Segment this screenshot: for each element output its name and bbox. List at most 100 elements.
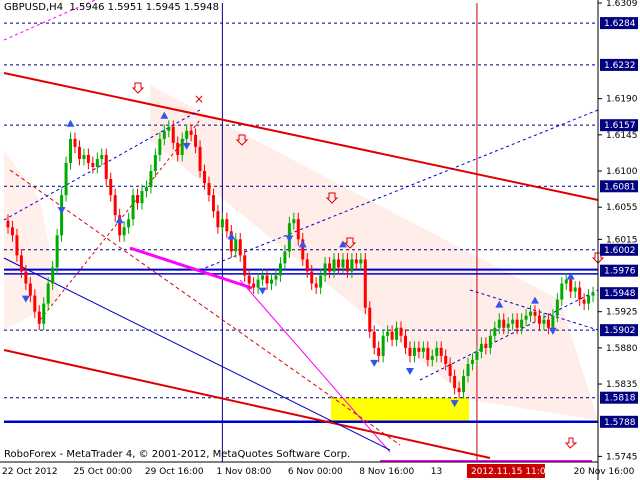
- price-label: 1.6232: [604, 61, 636, 71]
- time-tick-label: 6 Nov 00:00: [288, 467, 343, 477]
- candle-body: [319, 275, 323, 288]
- candle-body: [573, 287, 577, 292]
- candle-body: [194, 134, 198, 147]
- candle-body: [341, 259, 345, 268]
- candle-body: [524, 315, 528, 320]
- price-label: 1.5976: [604, 267, 636, 277]
- candle-body: [412, 347, 416, 356]
- target-zone: [331, 397, 469, 422]
- price-label: 1.6157: [604, 121, 636, 131]
- candle-body: [95, 158, 99, 167]
- axis-tick-label: 1.5925: [606, 308, 638, 318]
- fractal-down-icon: [405, 367, 414, 375]
- candle-body: [225, 219, 229, 232]
- fractal-down-icon: [57, 207, 66, 215]
- candle-body: [69, 138, 73, 163]
- candle-body: [270, 279, 274, 284]
- candle-body: [198, 146, 202, 172]
- candle-body: [345, 259, 349, 272]
- candle-body: [537, 315, 541, 324]
- candle-body: [100, 154, 104, 159]
- fractal-up-icon: [66, 119, 75, 127]
- candle-body: [564, 279, 568, 284]
- candle-body: [278, 263, 282, 276]
- candle-body: [274, 275, 278, 280]
- brand-footer: RoboForex - MetaTrader 4, © 2001-2012, M…: [4, 449, 351, 460]
- time-tick-label: 22 Oct 2012: [2, 467, 58, 477]
- axis-tick-label: 1.6055: [606, 203, 638, 213]
- axis-tick-label: 1.5745: [606, 452, 638, 462]
- candle-body: [479, 343, 483, 352]
- candle-body: [104, 154, 108, 180]
- candle-body: [60, 195, 64, 236]
- candle-body: [261, 275, 265, 280]
- target-up-icon: [564, 437, 578, 449]
- candle-body: [122, 227, 126, 236]
- axis-tick-label: 1.6190: [606, 95, 638, 105]
- candle-body: [91, 162, 95, 167]
- axis-tick-label: 1.6145: [606, 131, 638, 141]
- candle-body: [86, 154, 90, 163]
- candle-body: [354, 259, 358, 264]
- price-label: 1.5788: [604, 418, 636, 428]
- candle-body: [363, 259, 367, 308]
- candle-body: [292, 219, 296, 224]
- candle-body: [247, 275, 251, 284]
- time-tick-label: 1 Nov 08:00: [216, 467, 271, 477]
- axis-tick-label: 1.6100: [606, 167, 638, 177]
- candle-body: [359, 259, 363, 264]
- candle-body: [296, 219, 300, 240]
- fractal-up-icon: [115, 216, 124, 224]
- candle-body: [46, 283, 50, 304]
- candle-body: [466, 363, 470, 376]
- candle-body: [582, 299, 586, 304]
- candle-body: [332, 259, 336, 272]
- crosshair-time-label: 2012.11.15 11:00: [471, 467, 552, 477]
- candle-body: [506, 323, 510, 328]
- candle-body: [578, 287, 582, 300]
- candle-body: [131, 195, 135, 220]
- candle-body: [144, 187, 148, 192]
- candle-body: [238, 239, 242, 256]
- symbol-name: GBPUSD,H4: [4, 2, 64, 13]
- candle-body: [10, 227, 14, 236]
- fractal-down-icon: [258, 287, 267, 295]
- candle-body: [497, 319, 501, 328]
- candle-body: [421, 347, 425, 352]
- candle-body: [167, 126, 171, 131]
- candle-body: [520, 319, 524, 328]
- candle-body: [265, 275, 269, 284]
- candle-body: [426, 347, 430, 360]
- candle-body: [162, 130, 166, 139]
- candle-body: [515, 319, 519, 328]
- candle-body: [158, 138, 162, 155]
- candle-body: [136, 195, 140, 204]
- candle-body: [439, 347, 443, 356]
- candle-body: [323, 263, 327, 276]
- axis-tick-label: 1.5880: [606, 344, 638, 354]
- candle-body: [399, 327, 403, 336]
- candle-body: [109, 179, 113, 196]
- candle-body: [220, 219, 224, 228]
- time-axis: 22 Oct 2012 25 Oct 00:00 29 Oct 16:00 1 Nov…: [0, 461, 635, 478]
- candle-body: [189, 130, 193, 135]
- candle-body: [569, 279, 573, 292]
- candle-body: [511, 319, 515, 324]
- candle-body: [77, 146, 81, 159]
- candle-body: [180, 138, 184, 155]
- candle-body: [6, 220, 10, 228]
- candle-body: [203, 171, 207, 184]
- candle-body: [24, 271, 28, 284]
- candle-body: [350, 259, 354, 272]
- candle-body: [55, 235, 59, 268]
- candle-body: [386, 331, 390, 336]
- candle-body: [502, 319, 506, 328]
- time-tick-label: 25 Oct 00:00: [73, 467, 132, 477]
- candle-body: [560, 283, 564, 300]
- axis-tick-label: 1.5835: [606, 380, 638, 390]
- candle-body: [403, 335, 407, 348]
- candle-body: [448, 363, 452, 376]
- fractal-down-icon: [370, 359, 379, 367]
- candle-body: [37, 311, 41, 324]
- time-tick-label: 29 Oct 16:00: [145, 467, 204, 477]
